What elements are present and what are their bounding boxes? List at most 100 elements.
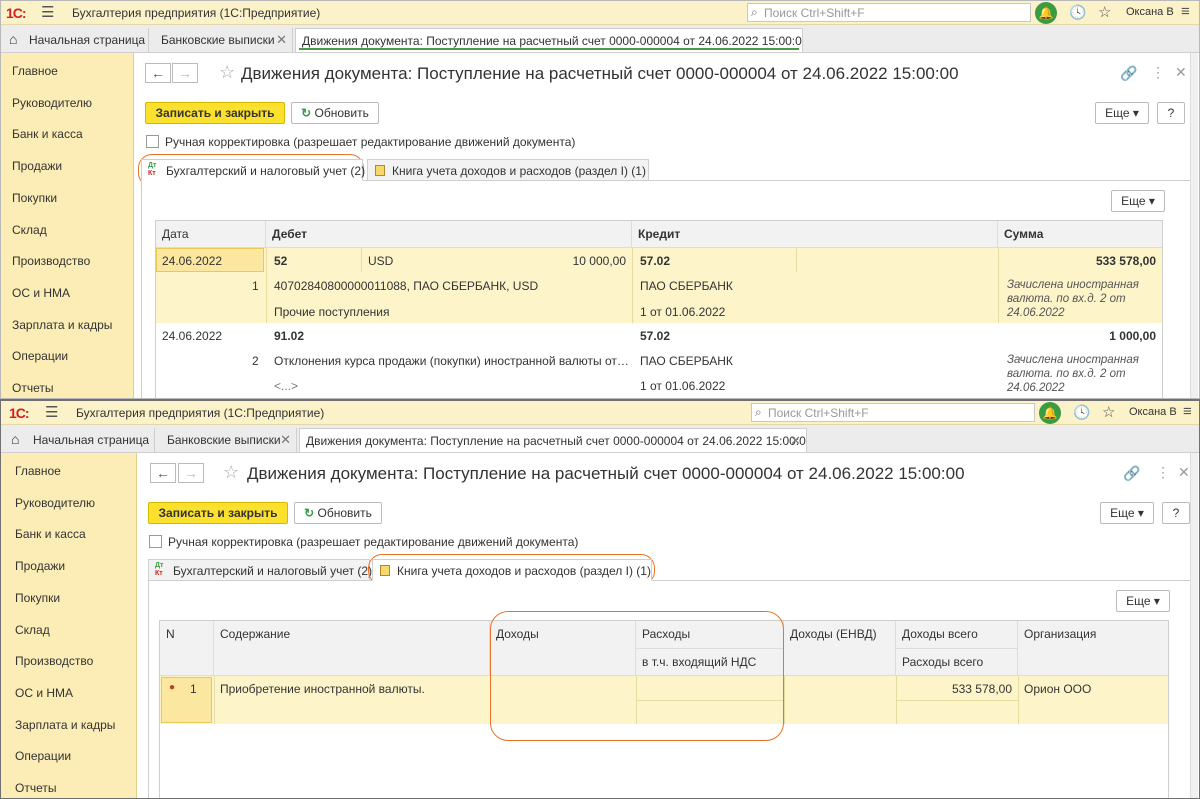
sidebar-item-production[interactable]: Производство — [12, 254, 90, 268]
tab-doc[interactable]: Движения документа: Поступление на расче… — [299, 428, 807, 452]
more-button[interactable]: Еще ▾ — [1100, 502, 1154, 524]
col-envd[interactable]: Доходы (ЕНВД) — [784, 621, 896, 676]
col-sum[interactable]: Сумма — [998, 221, 1162, 248]
col-org[interactable]: Организация — [1018, 621, 1168, 676]
sidebar-item-sales[interactable]: Продажи — [12, 159, 62, 173]
search-input[interactable]: ⌕ Поиск Ctrl+Shift+F — [751, 403, 1035, 422]
table-more-button[interactable]: Еще ▾ — [1116, 590, 1170, 612]
link-icon[interactable]: 🔗 — [1123, 465, 1140, 482]
link-icon[interactable]: 🔗 — [1120, 65, 1137, 82]
sidebar-item-payroll[interactable]: Зарплата и кадры — [15, 718, 115, 732]
user-name[interactable]: Оксана В — [1129, 406, 1177, 418]
user-name[interactable]: Оксана В — [1126, 6, 1174, 18]
tab-accounting[interactable]: Дт Кт Бухгалтерский и налоговый учет (2) — [148, 559, 372, 581]
col-n[interactable]: N — [160, 621, 214, 676]
close-icon[interactable]: ✕ — [276, 32, 287, 48]
search-input[interactable]: ⌕ Поиск Ctrl+Shift+F — [747, 3, 1031, 22]
forward-arrow-icon[interactable]: → — [178, 463, 204, 483]
sidebar-item-operations[interactable]: Операции — [12, 349, 68, 363]
bell-icon[interactable]: 🔔 — [1035, 2, 1057, 24]
save-close-button[interactable]: Записать и закрыть — [145, 102, 285, 124]
more-vertical-icon[interactable]: ⋮ — [1156, 464, 1170, 481]
sidebar-item-main[interactable]: Главное — [12, 64, 58, 78]
history-icon[interactable]: 🕓 — [1069, 4, 1086, 21]
sidebar-item-warehouse[interactable]: Склад — [12, 223, 47, 237]
refresh-button[interactable]: ↻ Обновить — [291, 102, 379, 124]
row1-sum: 533 578,00 — [1095, 254, 1156, 268]
refresh-label: Обновить — [317, 506, 372, 520]
search-icon: ⌕ — [751, 5, 758, 19]
sidebar-item-operations[interactable]: Операции — [15, 749, 71, 763]
col-income[interactable]: Доходы — [490, 621, 636, 676]
sidebar-item-payroll[interactable]: Зарплата и кадры — [12, 318, 112, 332]
scrollbar[interactable] — [1190, 53, 1198, 398]
sidebar-item-reports[interactable]: Отчеты — [15, 781, 56, 795]
close-icon[interactable]: ✕ — [280, 432, 291, 448]
col-expenses[interactable]: Расходы — [636, 621, 784, 649]
help-button[interactable]: ? — [1162, 502, 1190, 524]
close-icon[interactable]: ✕ — [790, 433, 801, 449]
tab-book[interactable]: Книга учета доходов и расходов (раздел I… — [372, 559, 652, 581]
tab-bank[interactable]: Банковские выписки ✕ — [155, 428, 297, 452]
hamburger-icon[interactable]: ☰ — [45, 405, 58, 420]
favorite-star-icon[interactable]: ☆ — [219, 62, 235, 83]
refresh-icon: ↻ — [301, 106, 312, 120]
main-area: ← → ☆ Движения документа: Поступление на… — [135, 53, 1199, 398]
col-content[interactable]: Содержание — [214, 621, 490, 676]
sidebar-item-reports[interactable]: Отчеты — [12, 381, 53, 395]
sidebar-item-main[interactable]: Главное — [15, 464, 61, 478]
sidebar-item-bank[interactable]: Банк и касса — [15, 527, 86, 541]
page-title: Движения документа: Поступление на расче… — [247, 464, 965, 483]
tab-home[interactable]: ⌂ Начальная страница — [1, 28, 149, 52]
star-icon[interactable]: ☆ — [1098, 3, 1111, 21]
col-date[interactable]: Дата — [156, 221, 266, 248]
menu-icon[interactable]: ≡ — [1181, 4, 1190, 19]
back-arrow-icon[interactable]: ← — [150, 463, 176, 483]
sidebar-item-manager[interactable]: Руководителю — [12, 96, 92, 110]
sidebar-item-production[interactable]: Производство — [15, 654, 93, 668]
row1-dt-account: 52 — [274, 254, 288, 268]
sidebar-item-sales[interactable]: Продажи — [15, 559, 65, 573]
row1-dt-sub1: 40702840800000011088, ПАО СБЕРБАНК, USD — [274, 279, 539, 293]
manual-edit-checkbox[interactable] — [146, 135, 159, 148]
save-close-button[interactable]: Записать и закрыть — [148, 502, 288, 524]
col-vat[interactable]: в т.ч. входящий НДС — [636, 649, 784, 676]
forward-arrow-icon[interactable]: → — [172, 63, 198, 83]
row2-num: 2 — [252, 354, 259, 368]
hamburger-icon[interactable]: ☰ — [41, 5, 54, 20]
sidebar: Главное Руководителю Банк и касса Продаж… — [1, 53, 134, 398]
manual-edit-checkbox[interactable] — [149, 535, 162, 548]
help-button[interactable]: ? — [1157, 102, 1185, 124]
table-more-button[interactable]: Еще ▾ — [1111, 190, 1165, 212]
col-income-total[interactable]: Доходы всего — [896, 621, 1018, 649]
bell-icon[interactable]: 🔔 — [1039, 402, 1061, 424]
sidebar-item-purchases[interactable]: Покупки — [15, 591, 60, 605]
sidebar-item-manager[interactable]: Руководителю — [15, 496, 95, 510]
sidebar-item-warehouse[interactable]: Склад — [15, 623, 50, 637]
tab-book[interactable]: Книга учета доходов и расходов (раздел I… — [367, 159, 649, 181]
table-more-label: Еще — [1126, 594, 1151, 608]
sidebar-item-assets[interactable]: ОС и НМА — [12, 286, 70, 300]
sidebar-item-bank[interactable]: Банк и касса — [12, 127, 83, 141]
col-debit[interactable]: Дебет — [266, 221, 632, 248]
refresh-button[interactable]: ↻ Обновить — [294, 502, 382, 524]
tab-bank[interactable]: Банковские выписки ✕ — [149, 28, 293, 52]
history-icon[interactable]: 🕓 — [1073, 404, 1090, 421]
back-arrow-icon[interactable]: ← — [145, 63, 171, 83]
close-icon[interactable]: ✕ — [1178, 464, 1190, 481]
favorite-star-icon[interactable]: ☆ — [223, 462, 239, 483]
sidebar-item-purchases[interactable]: Покупки — [12, 191, 57, 205]
close-icon[interactable]: ✕ — [1175, 64, 1187, 81]
menu-icon[interactable]: ≡ — [1183, 404, 1192, 419]
sidebar-item-assets[interactable]: ОС и НМА — [15, 686, 73, 700]
manual-edit-label: Ручная корректировка (разрешает редактир… — [165, 135, 576, 149]
more-vertical-icon[interactable]: ⋮ — [1151, 64, 1165, 81]
star-icon[interactable]: ☆ — [1102, 403, 1115, 421]
tab-doc[interactable]: Движения документа: Поступление на расче… — [295, 28, 803, 52]
col-credit[interactable]: Кредит — [632, 221, 998, 248]
tab-home[interactable]: ⌂ Начальная страница — [1, 428, 155, 452]
tab-accounting[interactable]: Дт Кт Бухгалтерский и налоговый учет (2) — [141, 159, 365, 181]
scrollbar[interactable] — [1190, 453, 1198, 798]
col-expenses-total[interactable]: Расходы всего — [896, 649, 1018, 676]
more-button[interactable]: Еще ▾ — [1095, 102, 1149, 124]
